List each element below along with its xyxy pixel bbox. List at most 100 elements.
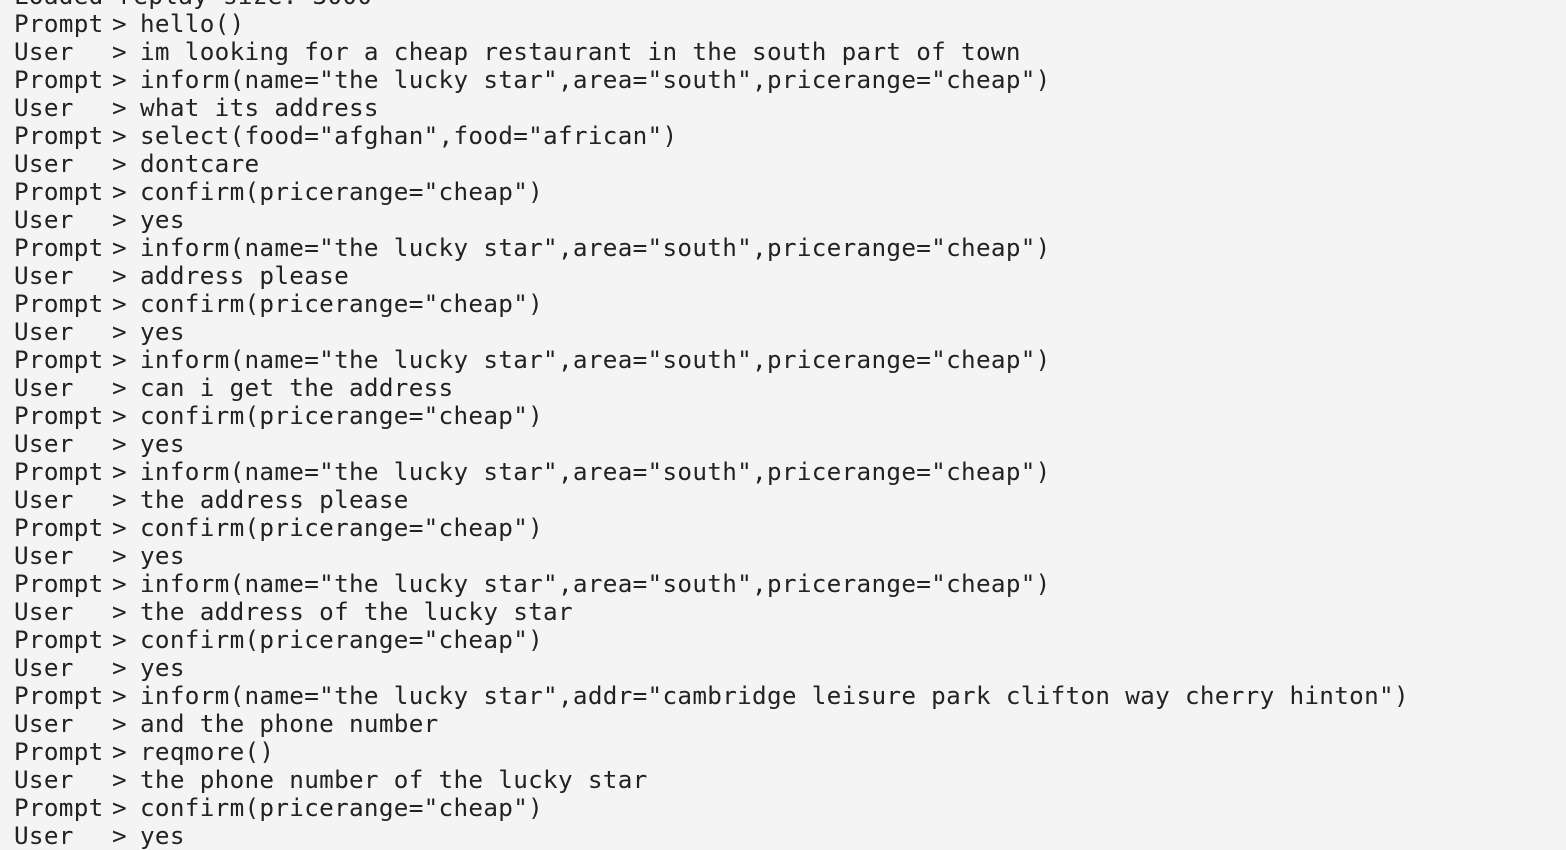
user-turn-line: User > yes: [0, 430, 1566, 458]
user-turn-line: User > can i get the address: [0, 374, 1566, 402]
utterance-text: what its address: [140, 93, 379, 122]
prompt-separator: >: [112, 289, 127, 318]
utterance-text: yes: [140, 541, 185, 570]
prompt-separator: >: [112, 429, 127, 458]
user-turn-line: User > yes: [0, 822, 1566, 850]
speaker-label: User: [14, 597, 74, 626]
utterance-text: inform(name="the lucky star",area="south…: [140, 233, 1051, 262]
user-turn-line: User > address please: [0, 262, 1566, 290]
prompt-separator: >: [112, 121, 127, 150]
prompt-turn-line: Prompt > confirm(pricerange="cheap"): [0, 178, 1566, 206]
utterance-text: confirm(pricerange="cheap"): [140, 401, 544, 430]
utterance-text: the phone number of the lucky star: [140, 765, 648, 794]
utterance-text: inform(name="the lucky star",area="south…: [140, 569, 1051, 598]
speaker-label: User: [14, 485, 74, 514]
prompt-turn-line: Prompt > confirm(pricerange="cheap"): [0, 290, 1566, 318]
user-turn-line: User > the address please: [0, 486, 1566, 514]
utterance-text: inform(name="the lucky star",area="south…: [140, 457, 1051, 486]
utterance-text: yes: [140, 653, 185, 682]
utterance-text: inform(name="the lucky star",area="south…: [140, 345, 1051, 374]
utterance-text: dontcare: [140, 149, 260, 178]
speaker-label: Prompt: [14, 345, 104, 374]
speaker-label: Prompt: [14, 681, 104, 710]
user-turn-line: User > yes: [0, 206, 1566, 234]
prompt-separator: >: [112, 765, 127, 794]
speaker-label: User: [14, 653, 74, 682]
speaker-label: User: [14, 37, 74, 66]
prompt-separator: >: [112, 821, 127, 850]
user-turn-line: User > im looking for a cheap restaurant i…: [0, 38, 1566, 66]
prompt-separator: >: [112, 737, 127, 766]
speaker-label: Prompt: [14, 401, 104, 430]
speaker-label: User: [14, 821, 74, 850]
speaker-label: Prompt: [14, 289, 104, 318]
utterance-text: the address please: [140, 485, 409, 514]
utterance-text: inform(name="the lucky star",addr="cambr…: [140, 681, 1409, 710]
prompt-separator: >: [112, 681, 127, 710]
speaker-label: Prompt: [14, 793, 104, 822]
speaker-label: User: [14, 709, 74, 738]
prompt-separator: >: [112, 625, 127, 654]
terminal-output: Loaded replay size: 3000 Prompt>hello()U…: [0, 0, 1566, 850]
prompt-turn-line: Prompt > inform(name="the lucky star",area…: [0, 234, 1566, 262]
utterance-text: confirm(pricerange="cheap"): [140, 793, 544, 822]
prompt-separator: >: [112, 345, 127, 374]
speaker-label: Prompt: [14, 65, 104, 94]
speaker-label: User: [14, 765, 74, 794]
prompt-turn-line: Prompt > inform(name="the lucky star",area…: [0, 458, 1566, 486]
prompt-separator: >: [112, 513, 127, 542]
utterance-text: confirm(pricerange="cheap"): [140, 177, 544, 206]
user-turn-line: User > what its address: [0, 94, 1566, 122]
prompt-turn-line: Prompt > confirm(pricerange="cheap"): [0, 402, 1566, 430]
prompt-separator: >: [112, 93, 127, 122]
prompt-turn-line: Prompt > inform(name="the lucky star",addr…: [0, 682, 1566, 710]
speaker-label: Prompt: [14, 121, 104, 150]
speaker-label: Prompt: [14, 9, 104, 38]
prompt-separator: >: [112, 9, 127, 38]
prompt-turn-line: Prompt > reqmore(): [0, 738, 1566, 766]
utterance-text: yes: [140, 821, 185, 850]
speaker-label: Prompt: [14, 233, 104, 262]
prompt-turn-line: Prompt > inform(name="the lucky star",area…: [0, 570, 1566, 598]
utterance-text: confirm(pricerange="cheap"): [140, 625, 544, 654]
prompt-separator: >: [112, 233, 127, 262]
prompt-separator: >: [112, 261, 127, 290]
user-turn-line: User > dontcare: [0, 150, 1566, 178]
speaker-label: Prompt: [14, 625, 104, 654]
utterance-text: yes: [140, 429, 185, 458]
utterance-text: yes: [140, 317, 185, 346]
speaker-label: User: [14, 541, 74, 570]
prompt-separator: >: [112, 457, 127, 486]
speaker-label: Prompt: [14, 177, 104, 206]
prompt-separator: >: [112, 177, 127, 206]
prompt-turn-line: Prompt > inform(name="the lucky star",area…: [0, 346, 1566, 374]
utterance-text: can i get the address: [140, 373, 454, 402]
utterance-text: hello(): [140, 9, 245, 38]
dialog-transcript: Prompt > hello() User > im looking for a chea…: [0, 10, 1566, 850]
prompt-turn-line: Prompt > inform(name="the lucky star",area…: [0, 66, 1566, 94]
prompt-separator: >: [112, 149, 127, 178]
speaker-label: User: [14, 373, 74, 402]
utterance-text: and the phone number: [140, 709, 439, 738]
prompt-separator: >: [112, 569, 127, 598]
speaker-label: User: [14, 149, 74, 178]
prompt-separator: >: [112, 597, 127, 626]
prompt-turn-line: Prompt > confirm(pricerange="cheap"): [0, 514, 1566, 542]
utterance-text: im looking for a cheap restaurant in the…: [140, 37, 1021, 66]
speaker-label: User: [14, 93, 74, 122]
utterance-text: confirm(pricerange="cheap"): [140, 289, 544, 318]
prompt-turn-line: Prompt > confirm(pricerange="cheap"): [0, 626, 1566, 654]
prompt-separator: >: [112, 541, 127, 570]
prompt-separator: >: [112, 653, 127, 682]
prompt-separator: >: [112, 65, 127, 94]
prompt-turn-line: Prompt > hello(): [0, 10, 1566, 38]
user-turn-line: User > yes: [0, 318, 1566, 346]
prompt-separator: >: [112, 709, 127, 738]
prompt-separator: >: [112, 793, 127, 822]
user-turn-line: User > and the phone number: [0, 710, 1566, 738]
prompt-separator: >: [112, 317, 127, 346]
speaker-label: User: [14, 261, 74, 290]
utterance-text: inform(name="the lucky star",area="south…: [140, 65, 1051, 94]
speaker-label: User: [14, 205, 74, 234]
speaker-label: User: [14, 429, 74, 458]
